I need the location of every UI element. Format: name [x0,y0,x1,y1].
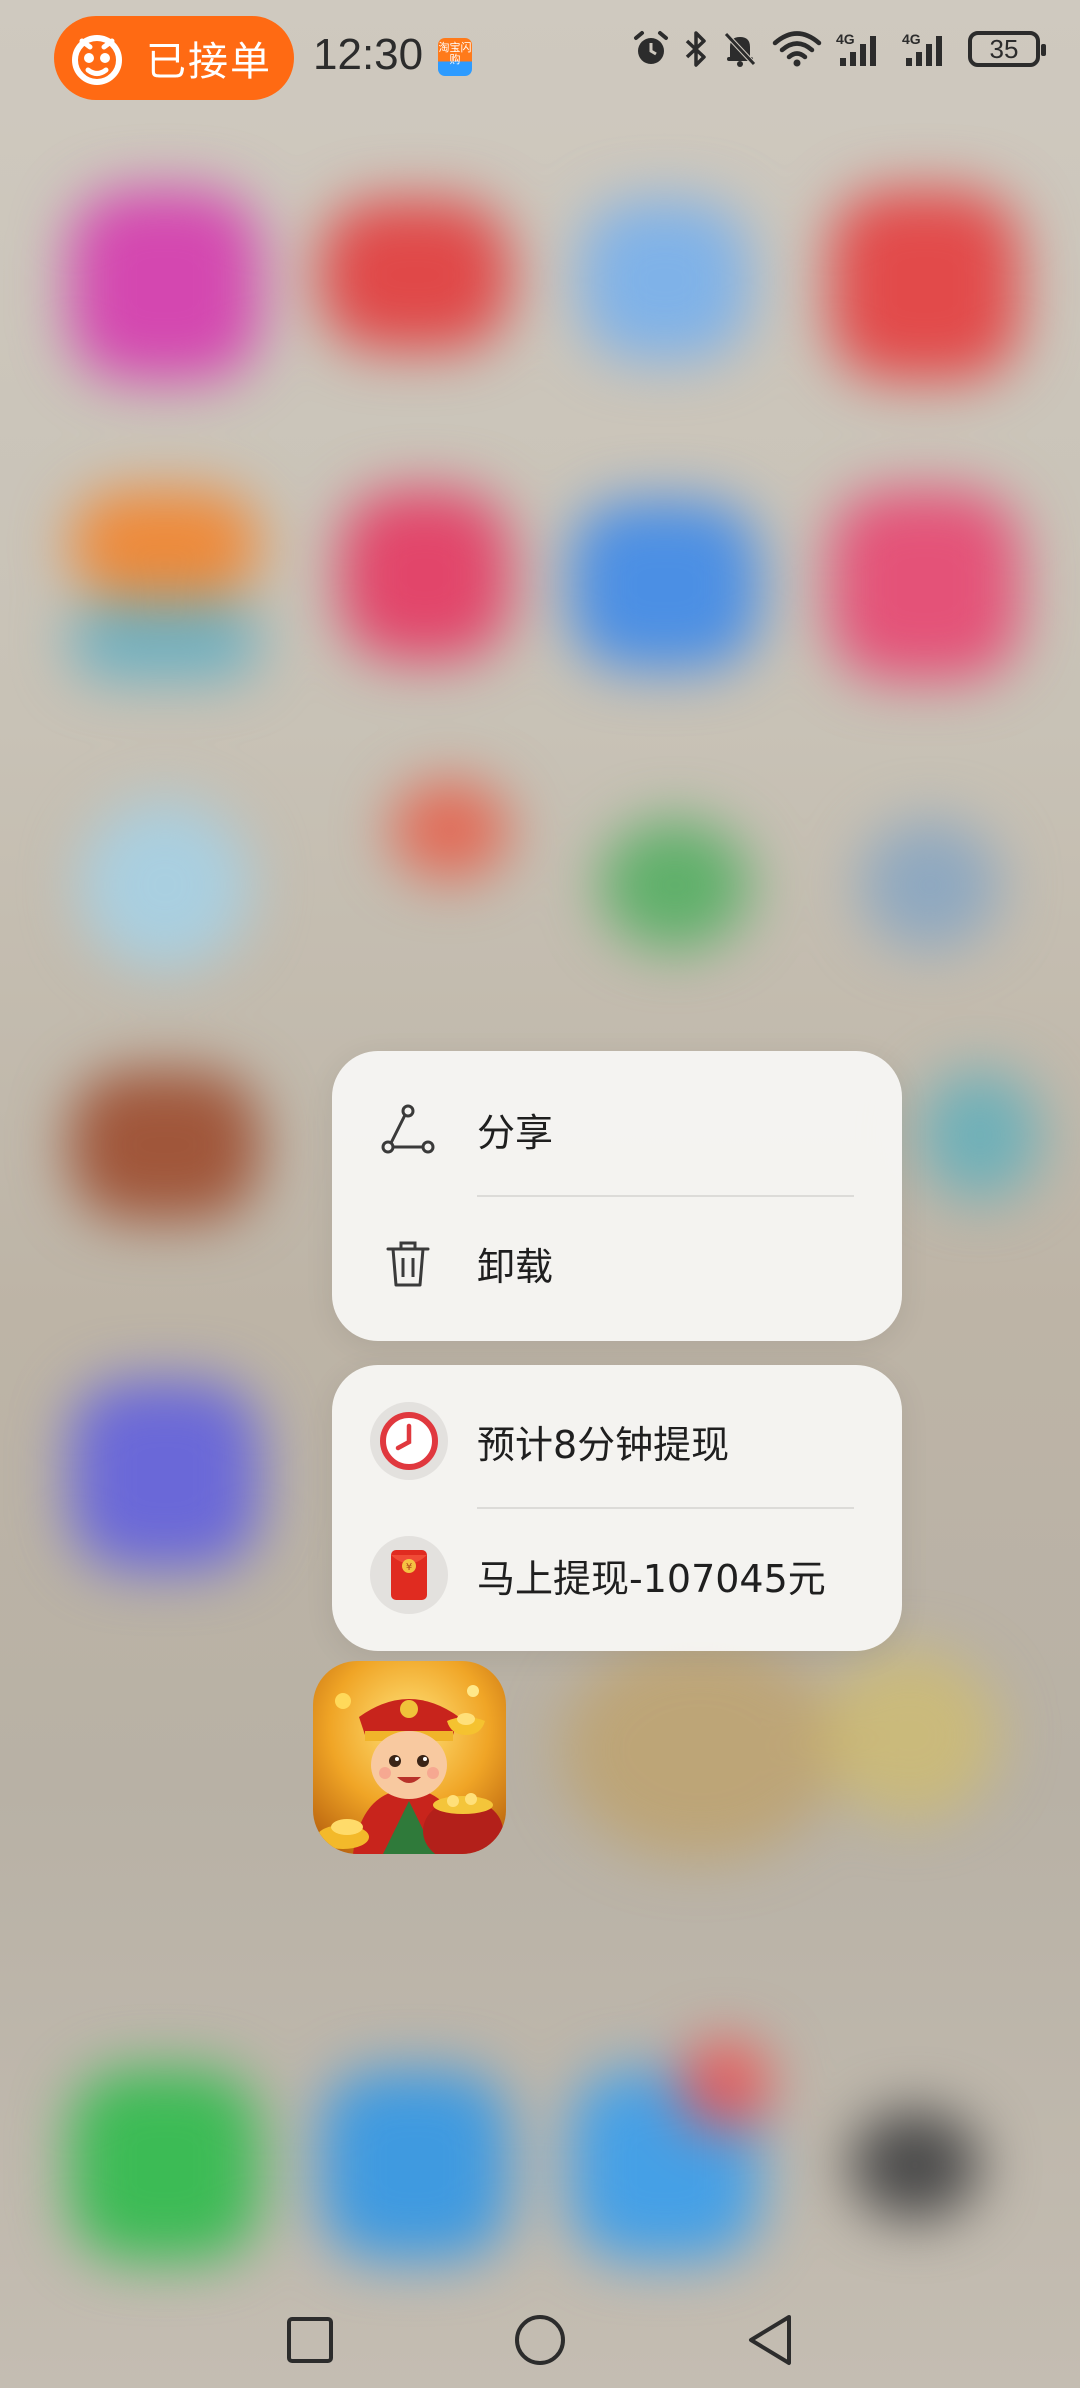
clock-icon [370,1402,448,1480]
share-icon [378,1099,438,1159]
wifi-icon [772,31,822,67]
battery-indicator: 35 [968,31,1046,67]
bg-app-teal [70,600,260,680]
context-menu-shortcuts: 预计8分钟提现 ¥ 马上提现-107045元 [332,1365,902,1651]
menu-item-share-label: 分享 [477,1110,554,1155]
signal-1-label: 4G [836,31,855,47]
menu-item-uninstall-label: 卸载 [477,1244,554,1289]
back-triangle-icon [749,2315,791,2365]
4g-signal-icon: 4G [836,31,876,66]
red-envelope-icon: ¥ [370,1536,448,1614]
bg-app-green [600,820,750,950]
status-bar: 已接单 12:30 淘宝闪购 4G 4G 35 [0,0,1080,115]
navigation-bar [0,2270,1080,2388]
shortcut-withdraw-now[interactable]: ¥ 马上提现-107045元 [332,1509,902,1641]
bg-dock-camera [850,2110,980,2220]
bg-glow-yellow [820,1650,1000,1820]
bg-glow-gold [560,1640,840,1860]
alarm-icon [634,31,668,64]
recents-square-icon [287,2317,333,2363]
svg-text:¥: ¥ [406,1562,412,1573]
bg-app-pink [70,190,260,380]
order-status-pill[interactable]: 已接单 [54,16,294,100]
menu-item-uninstall[interactable]: 卸载 [332,1197,902,1329]
home-circle-icon [515,2315,565,2365]
shortcut-withdraw-estimate-label: 预计8分钟提现 [477,1422,730,1467]
signal-2-label: 4G [902,31,921,47]
bg-app-cyan [920,1070,1040,1200]
menu-item-share[interactable]: 分享 [332,1063,902,1195]
fortune-god-app-icon[interactable] [313,1661,506,1854]
bg-app-red [320,200,510,350]
bg-app-lightblue-round [80,800,250,970]
shortcut-withdraw-estimate[interactable]: 预计8分钟提现 [332,1375,902,1507]
bg-app-blue-light [580,200,750,360]
rider-app-logo-icon [72,35,122,85]
taobao-flash-icon: 淘宝闪购 [438,38,472,76]
context-menu-actions: 分享 卸载 [332,1051,902,1341]
status-indicators: 4G 4G 35 [632,30,1046,68]
trash-icon [378,1233,438,1293]
mute-bell-icon [724,32,756,67]
bg-app-crimson [340,490,510,660]
bg-app-multicolor [860,820,1000,950]
order-status-text: 已接单 [146,39,272,85]
clock: 12:30 [313,30,424,79]
recents-button[interactable] [280,2310,340,2370]
shortcut-withdraw-now-label: 马上提现-107045元 [477,1556,826,1601]
home-button[interactable] [510,2310,570,2370]
back-button[interactable] [740,2310,800,2370]
bg-app-magenta [830,490,1020,680]
bg-app-red-2 [830,190,1020,380]
bg-dock-contacts [320,2070,510,2260]
bg-dock-phone [70,2070,260,2260]
bg-app-red-round [390,780,510,880]
taobao-flash-icon-text: 淘宝闪购 [438,41,472,66]
bg-app-blue [570,500,760,670]
bg-app-purple [70,1380,260,1570]
4g-signal-icon: 4G [902,31,942,66]
bg-app-brown [70,1070,260,1220]
bluetooth-icon [685,31,706,67]
bg-app-orange [70,490,260,600]
bg-dock-notify-dot [680,2040,770,2130]
